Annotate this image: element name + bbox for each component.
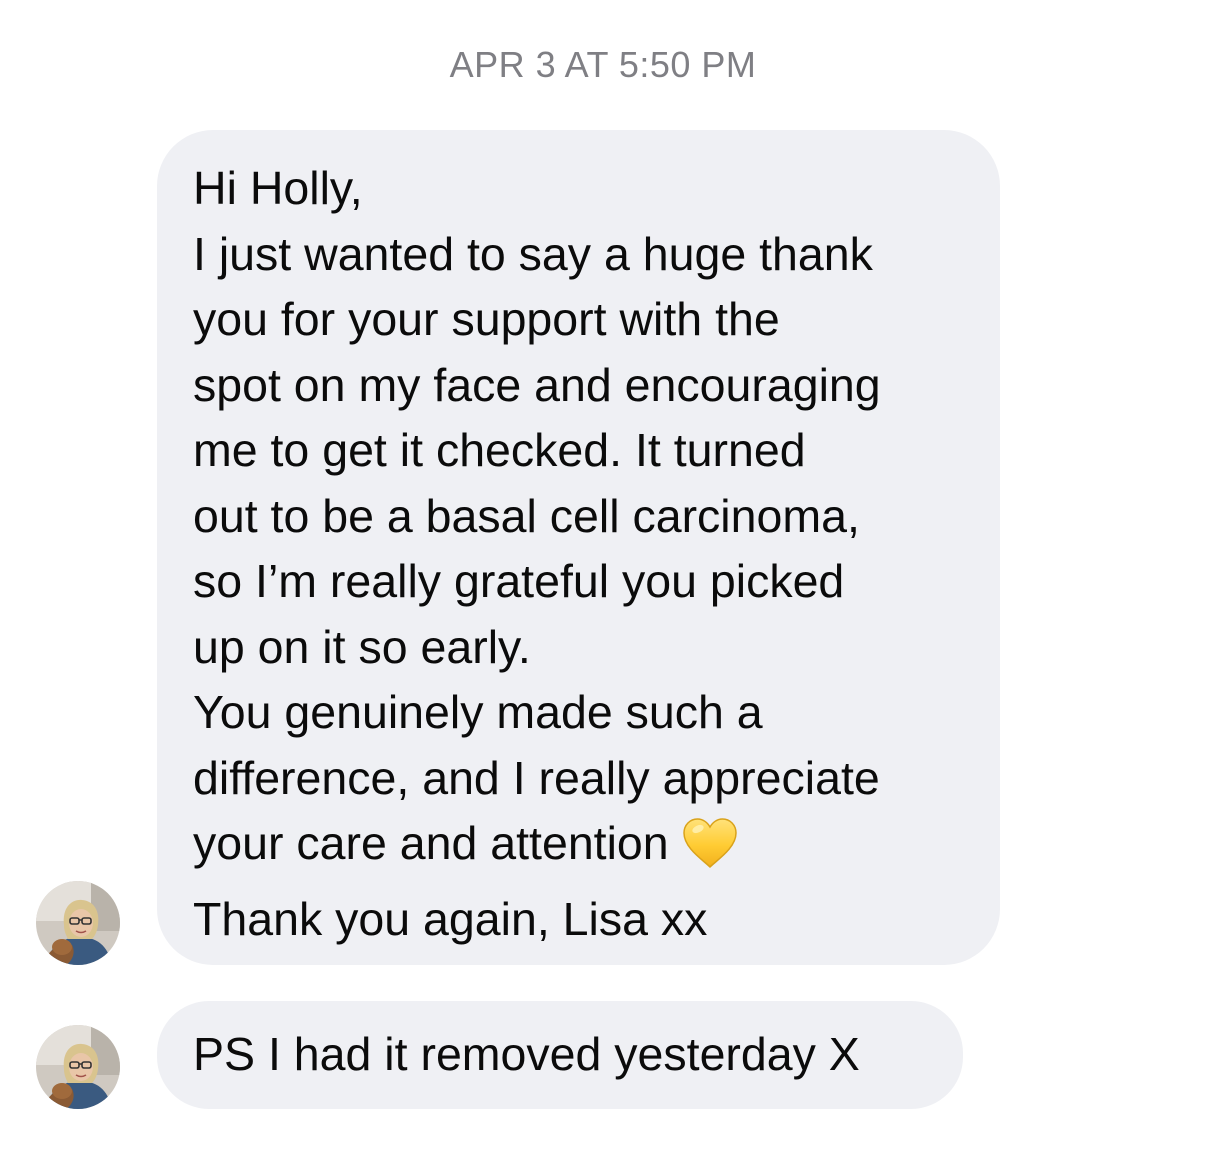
- message-line: up on it so early.: [193, 620, 531, 673]
- message-line: Thank you again, Lisa xx: [193, 892, 708, 945]
- message-line: difference, and I really appreciate: [193, 751, 880, 804]
- message-line: out to be a basal cell carcinoma,: [193, 489, 860, 542]
- message-line: PS I had it removed yesterday X: [193, 1028, 860, 1080]
- message-line: I just wanted to say a huge thank: [193, 227, 873, 280]
- message-line: Hi Holly,: [193, 162, 363, 214]
- sender-avatar[interactable]: [36, 881, 120, 965]
- message-line: so I’m really grateful you picked: [193, 555, 845, 607]
- message-line: You genuinely made such a: [193, 686, 763, 738]
- message-line: me to get it checked. It turned: [193, 424, 806, 476]
- yellow-heart-icon: [681, 817, 739, 887]
- message-line: you for your support with the: [193, 293, 780, 345]
- sender-avatar[interactable]: [36, 1025, 120, 1109]
- message-bubble[interactable]: PS I had it removed yesterday X: [157, 1001, 963, 1109]
- message-line-with-emoji: your care and attention: [193, 811, 980, 887]
- message-line: your care and attention: [193, 817, 669, 869]
- message-bubble[interactable]: Hi Holly, I just wanted to say a huge th…: [157, 130, 1000, 965]
- message-line: spot on my face and encouraging: [193, 358, 881, 411]
- message-timestamp: APR 3 AT 5:50 PM: [449, 44, 757, 85]
